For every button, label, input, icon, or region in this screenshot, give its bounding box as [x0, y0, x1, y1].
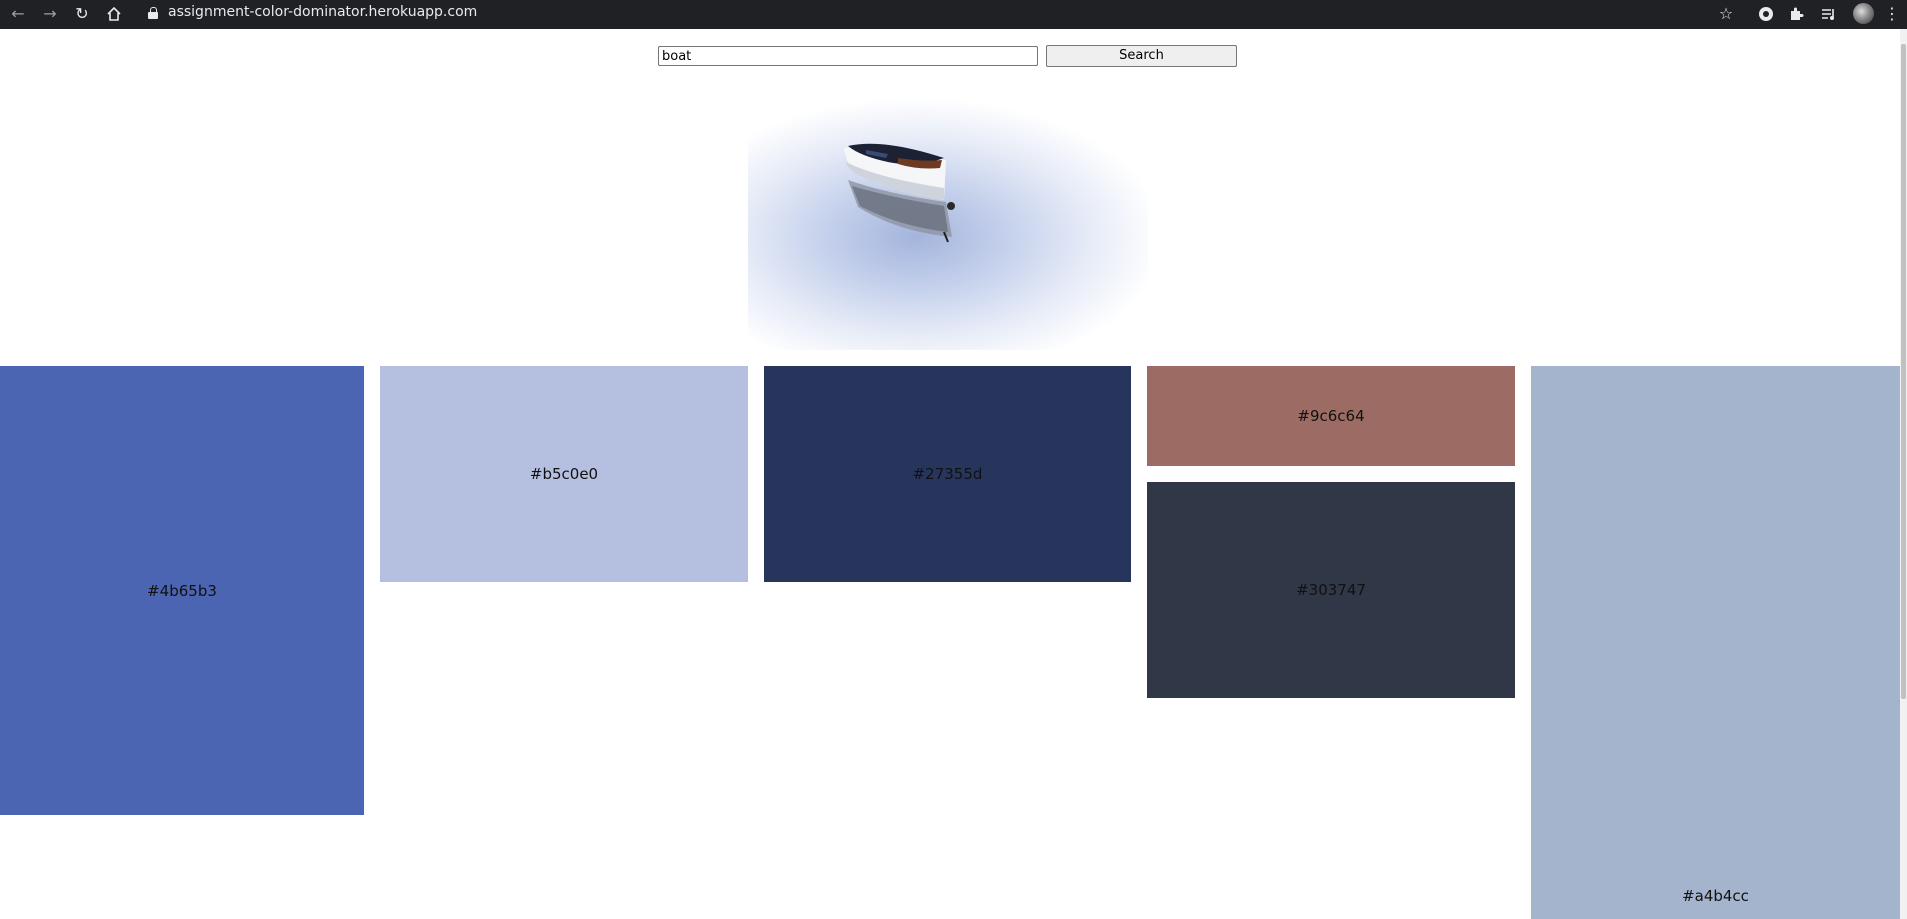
star-icon[interactable]: ☆ [1716, 4, 1736, 24]
reload-icon[interactable]: ↻ [72, 4, 92, 24]
forward-arrow-icon[interactable]: → [40, 4, 60, 24]
swatch-hex-label: #9c6c64 [1297, 407, 1365, 425]
home-icon[interactable] [104, 4, 124, 24]
color-swatch: #9c6c64 [1147, 366, 1515, 466]
color-swatch: #303747 [1147, 482, 1515, 698]
swatch-hex-label: #27355d [912, 465, 983, 483]
lock-icon[interactable] [148, 7, 158, 19]
swatch-hex-label: #a4b4cc [1682, 887, 1749, 905]
extensions-icon[interactable] [1786, 4, 1806, 24]
color-swatch: #27355d [764, 366, 1131, 582]
account-icon[interactable] [1756, 4, 1776, 24]
color-swatch: #b5c0e0 [380, 366, 748, 582]
swatch-hex-label: #b5c0e0 [529, 465, 599, 483]
avatar[interactable] [1853, 3, 1874, 24]
media-control-icon[interactable] [1818, 4, 1838, 24]
color-swatch: #4b65b3 [0, 366, 364, 815]
scrollbar-thumb[interactable] [1901, 44, 1906, 699]
search-button[interactable]: Search [1046, 45, 1237, 67]
search-input[interactable] [658, 46, 1038, 66]
swatch-hex-label: #4b65b3 [147, 581, 217, 600]
swatch-hex-label: #303747 [1296, 581, 1366, 599]
browser-toolbar: ← → ↻ assignment-color-dominator.herokua… [0, 0, 1907, 29]
boat-illustration [844, 143, 955, 243]
result-image [748, 82, 1148, 350]
menu-dots-icon[interactable]: ⋮ [1884, 4, 1900, 24]
color-swatch: #a4b4cc [1531, 366, 1900, 919]
back-arrow-icon[interactable]: ← [8, 4, 28, 24]
address-bar-url[interactable]: assignment-color-dominator.herokuapp.com [168, 2, 477, 22]
